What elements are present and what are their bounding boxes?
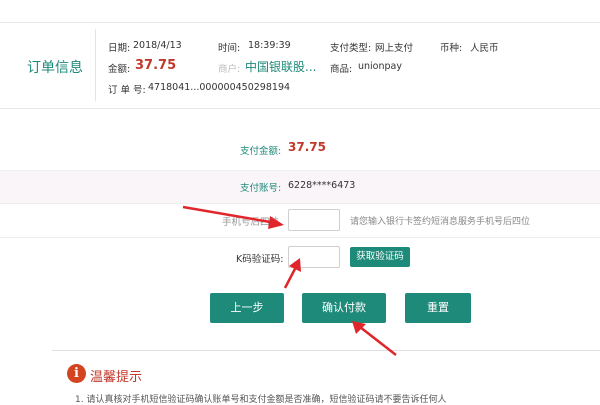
time-value: 18:39:39	[248, 40, 291, 51]
divider	[95, 29, 96, 101]
verification-code-input[interactable]	[288, 246, 340, 268]
pay-type-value: 网上支付	[375, 43, 414, 54]
reset-button[interactable]: 重置	[405, 293, 471, 323]
verification-code-row: K码验证码:	[0, 238, 600, 274]
get-code-button[interactable]: 获取验证码	[350, 247, 410, 267]
phone-last4-input[interactable]	[288, 209, 340, 231]
date-value: 2018/4/13	[133, 40, 182, 51]
tips-divider	[52, 350, 600, 351]
merchant-value: 中国银联股...	[245, 60, 317, 74]
phone-hint: 请您输入银行卡签约短消息服务手机号后四位	[350, 217, 531, 227]
payment-amount-value: 37.75	[288, 140, 326, 154]
payment-account-value: 6228****6473	[288, 180, 356, 191]
product-label: 商品:	[330, 64, 353, 75]
payment-amount-row: 支付金额: 37.75	[0, 133, 600, 163]
order-no-value: 4718041...000000450298194	[148, 82, 291, 93]
order-amount-value: 37.75	[135, 58, 177, 73]
payment-amount-label: 支付金额:	[240, 146, 282, 157]
order-info-panel: 订单信息 日期: 2018/4/13 时间: 18:39:39 支付类型: 网上…	[0, 22, 600, 109]
payment-account-label: 支付账号:	[240, 183, 282, 194]
back-button[interactable]: 上一步	[210, 293, 284, 323]
phone-label: 手机号后四位	[222, 217, 280, 228]
order-info-title: 订单信息	[27, 60, 83, 76]
merchant-label: 商户:	[218, 64, 241, 75]
code-label: K码验证码:	[236, 254, 284, 265]
currency-label: 币种:	[440, 43, 463, 54]
info-icon: i	[67, 364, 86, 383]
tips-text: 1. 请认真核对手机短信验证码确认账单号和支付金额是否准确，短信验证码请不要告诉…	[75, 395, 447, 405]
payment-account-row: 支付账号: 6228****6473	[0, 170, 600, 204]
currency-value: 人民币	[470, 43, 499, 54]
order-no-label: 订 单 号:	[108, 85, 146, 96]
date-label: 日期:	[108, 43, 131, 54]
confirm-payment-button[interactable]: 确认付款	[302, 293, 386, 323]
tips-title: 温馨提示	[90, 370, 143, 385]
product-value: unionpay	[358, 61, 402, 72]
time-label: 时间:	[218, 43, 241, 54]
amount-label: 金额:	[108, 64, 131, 75]
pay-type-label: 支付类型:	[330, 43, 372, 54]
phone-row: 手机号后四位 请您输入银行卡签约短消息服务手机号后四位	[0, 203, 600, 238]
